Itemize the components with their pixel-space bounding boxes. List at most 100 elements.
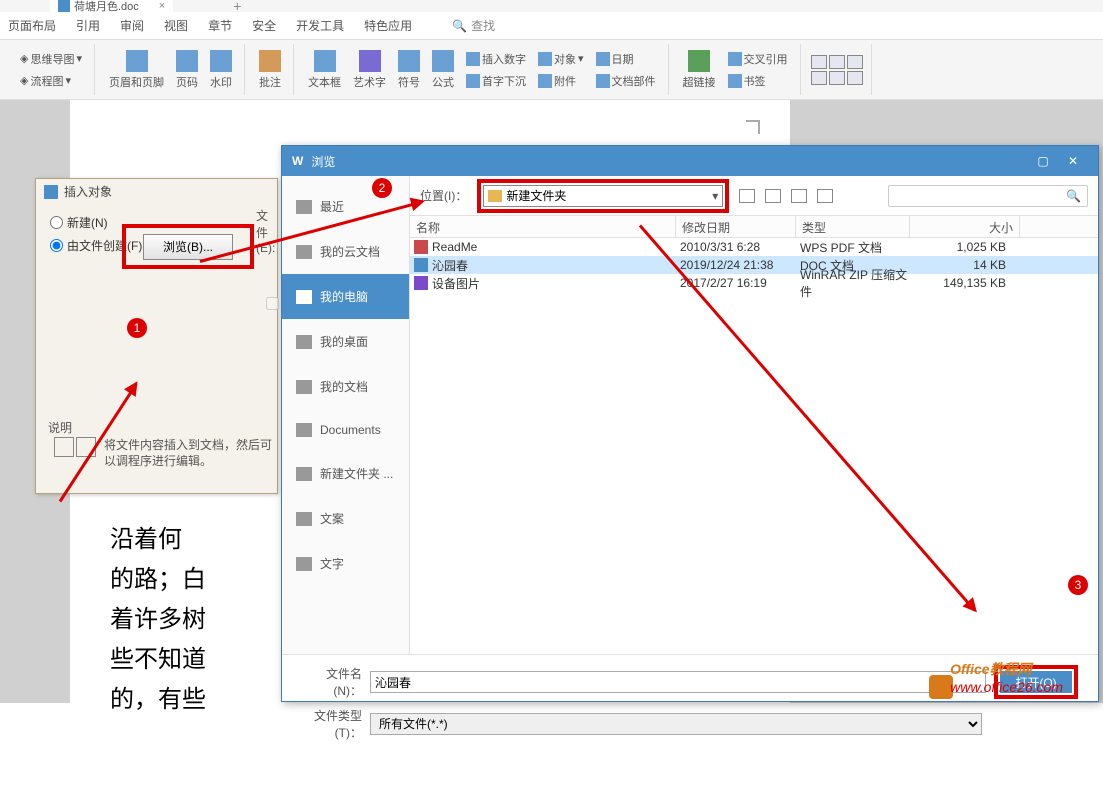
folder-icon xyxy=(296,557,312,571)
watermark-button[interactable]: 水印 xyxy=(206,48,236,92)
ribbon-tab-view[interactable]: 视图 xyxy=(164,13,188,38)
layout-icon-2[interactable] xyxy=(829,55,845,69)
file-row[interactable]: 沁园春 2019/12/24 21:38 DOC 文档 14 KB xyxy=(410,256,1098,274)
file-search[interactable]: 🔍 xyxy=(888,185,1088,207)
attachment-button[interactable]: 附件 xyxy=(534,71,588,91)
filetype-label: 文件类型(T)： xyxy=(302,707,362,741)
doc-icon xyxy=(58,0,70,12)
file-row[interactable]: ReadMe 2010/3/31 6:28 WPS PDF 文档 1,025 K… xyxy=(410,238,1098,256)
search-icon: 🔍 xyxy=(452,19,467,33)
docpart-button[interactable]: 文档部件 xyxy=(592,71,660,91)
browse-highlight-box: 浏览(B)... xyxy=(122,224,254,269)
insert-num-button[interactable]: 插入数字 xyxy=(462,49,530,69)
badge-2: 2 xyxy=(372,178,392,198)
bookmark-button[interactable]: 书签 xyxy=(724,71,792,91)
sidebar-documents-en[interactable]: Documents xyxy=(282,409,409,451)
maximize-button[interactable]: ▢ xyxy=(1028,154,1058,168)
new-tab-button[interactable]: + xyxy=(233,0,241,14)
sidebar-copy[interactable]: 文案 xyxy=(282,496,409,541)
file-list-header[interactable]: 名称 修改日期 类型 大小 xyxy=(410,216,1098,238)
filetype-select[interactable]: 所有文件(*.*) xyxy=(370,713,982,735)
ribbon-tab-section[interactable]: 章节 xyxy=(208,13,232,38)
formula-button[interactable]: 公式 xyxy=(428,48,458,92)
annotation-button[interactable]: 批注 xyxy=(255,48,285,92)
ribbon-tab-references[interactable]: 引用 xyxy=(76,13,100,38)
insert-object-dialog: 插入对象 新建(N) 由文件创建(F) 文件(E): 浏览(B)... 链接(L… xyxy=(35,178,278,494)
ribbon-tabs: 页面布局 引用 审阅 视图 章节 安全 开发工具 特色应用 🔍 查找 xyxy=(0,12,1103,40)
filename-input[interactable] xyxy=(370,671,986,693)
flowchart-button[interactable]: ◈ 流程图 ▾ xyxy=(16,71,86,91)
dropcap-button[interactable]: 首字下沉 xyxy=(462,71,530,91)
page-corner-mark xyxy=(746,120,760,134)
object-button[interactable]: 对象 ▾ xyxy=(534,49,588,69)
doc-icon-1 xyxy=(54,437,74,457)
col-size: 大小 xyxy=(910,216,1020,237)
col-date: 修改日期 xyxy=(676,216,796,237)
browse-title: 浏览 xyxy=(311,153,1028,170)
layout-icon-6[interactable] xyxy=(847,71,863,85)
file-label: 文件(E): xyxy=(256,207,277,255)
sidebar-text[interactable]: 文字 xyxy=(282,541,409,586)
desktop-icon xyxy=(296,335,312,349)
browse-titlebar[interactable]: W 浏览 ▢ ✕ xyxy=(282,146,1098,176)
sidebar-desktop[interactable]: 我的桌面 xyxy=(282,319,409,364)
ribbon-search[interactable]: 🔍 查找 xyxy=(452,17,495,34)
location-value: 新建文件夹 xyxy=(506,187,566,204)
date-button[interactable]: 日期 xyxy=(592,49,660,69)
close-button[interactable]: ✕ xyxy=(1058,154,1088,168)
doc-icon xyxy=(414,258,428,272)
delete-icon[interactable] xyxy=(791,189,807,203)
location-dropdown[interactable]: 新建文件夹 ▾ xyxy=(483,185,723,207)
layout-icon-1[interactable] xyxy=(811,55,827,69)
desc-label: 说明 xyxy=(48,419,72,436)
file-list: 名称 修改日期 类型 大小 ReadMe 2010/3/31 6:28 WPS … xyxy=(410,216,1098,654)
ribbon-tab-review[interactable]: 审阅 xyxy=(120,13,144,38)
sidebar-newfolder[interactable]: 新建文件夹 ... xyxy=(282,451,409,496)
layout-icon-4[interactable] xyxy=(811,71,827,85)
header-footer-button[interactable]: 页眉和页脚 xyxy=(105,48,168,92)
sidebar-documents[interactable]: 我的文档 xyxy=(282,364,409,409)
insert-dialog-title: 插入对象 xyxy=(36,179,277,204)
browse-sidebar: 最近 我的云文档 我的电脑 我的桌面 我的文档 Documents 新建文件夹 … xyxy=(282,176,410,654)
symbol-button[interactable]: 符号 xyxy=(394,48,424,92)
wps-logo-icon: W xyxy=(292,154,303,168)
mindmap-button[interactable]: ◈ 思维导图 ▾ xyxy=(16,49,86,69)
ribbon-tab-special[interactable]: 特色应用 xyxy=(364,13,412,38)
textbox-button[interactable]: 文本框 xyxy=(304,48,345,92)
ribbon-tab-security[interactable]: 安全 xyxy=(252,13,276,38)
computer-icon xyxy=(296,290,312,304)
folder-icon xyxy=(296,467,312,481)
folder-icon xyxy=(296,380,312,394)
wordart-button[interactable]: 艺术字 xyxy=(349,48,390,92)
layout-icon-3[interactable] xyxy=(847,55,863,69)
col-type: 类型 xyxy=(796,216,910,237)
tab-close-icon[interactable]: × xyxy=(159,0,165,12)
folder-icon xyxy=(488,190,502,202)
crossref-button[interactable]: 交叉引用 xyxy=(724,49,792,69)
search-placeholder: 查找 xyxy=(471,17,495,34)
ribbon-toolbar: ◈ 思维导图 ▾ ◈ 流程图 ▾ 页眉和页脚 页码 水印 批注 文本框 艺术字 … xyxy=(0,40,1103,100)
ribbon-tab-layout[interactable]: 页面布局 xyxy=(8,13,56,38)
sidebar-computer[interactable]: 我的电脑 xyxy=(282,274,409,319)
file-row[interactable]: 设备图片 2017/2/27 16:19 WinRAR ZIP 压缩文件 149… xyxy=(410,274,1098,292)
folder-icon xyxy=(296,423,312,437)
ribbon-tab-dev[interactable]: 开发工具 xyxy=(296,13,344,38)
cloud-icon xyxy=(296,245,312,259)
browse-toolbar: 位置(I)： 新建文件夹 ▾ 🔍 xyxy=(410,176,1098,216)
pdf-icon xyxy=(414,240,428,254)
badge-3: 3 xyxy=(1068,575,1088,595)
document-tab[interactable]: 荷塘月色.doc × xyxy=(50,0,173,12)
folder-icon xyxy=(296,512,312,526)
browse-main: 位置(I)： 新建文件夹 ▾ 🔍 名称 xyxy=(410,176,1098,654)
chevron-down-icon: ▾ xyxy=(712,189,718,203)
dialog-icon xyxy=(44,185,58,199)
desc-text: 将文件内容插入到文档，然后可以调程序进行编辑。 xyxy=(104,437,274,469)
layout-icon-5[interactable] xyxy=(829,71,845,85)
new-folder-icon[interactable] xyxy=(765,189,781,203)
clock-icon xyxy=(296,200,312,214)
hyperlink-button[interactable]: 超链接 xyxy=(679,48,720,92)
up-folder-icon[interactable] xyxy=(739,189,755,203)
zip-icon xyxy=(414,276,428,290)
page-num-button[interactable]: 页码 xyxy=(172,48,202,92)
view-icon[interactable] xyxy=(817,189,833,203)
